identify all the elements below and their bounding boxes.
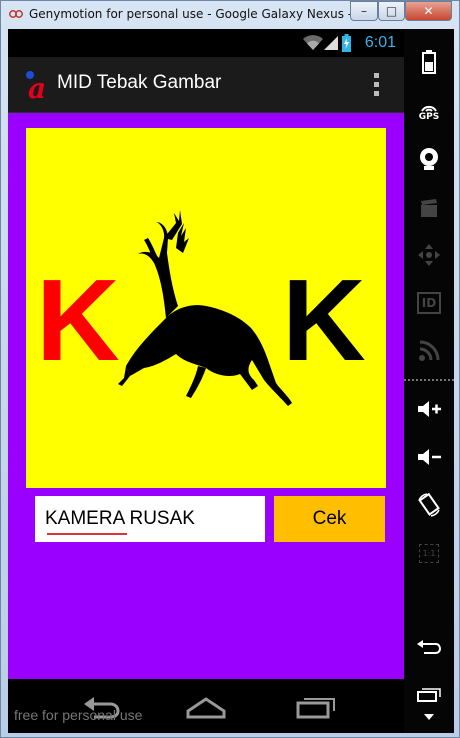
scale-1to1-icon: 1:1 xyxy=(418,543,440,563)
window-titlebar[interactable]: Genymotion for personal use - Google Gal… xyxy=(1,1,459,29)
back-icon xyxy=(417,640,442,654)
clapperboard-icon xyxy=(421,199,437,217)
rotate-icon xyxy=(418,492,440,517)
spellcheck-underline xyxy=(47,533,127,535)
sidebar-back-button[interactable] xyxy=(411,630,447,664)
puzzle-image: K K xyxy=(26,128,386,488)
rss-cast-icon xyxy=(419,340,440,361)
dpad-widget-button[interactable] xyxy=(411,238,447,272)
android-screen: 6:01 a MID Tebak Gambar K K KAMERA RUSAK… xyxy=(8,29,404,733)
app-logo-letter: a xyxy=(28,72,46,102)
signal-icon xyxy=(324,36,338,50)
emulator-sidebar: GPS ID 1:1 xyxy=(404,29,454,733)
pixel-perfect-button[interactable]: 1:1 xyxy=(411,536,447,570)
gps-label: GPS xyxy=(418,112,440,122)
wifi-icon xyxy=(303,35,323,50)
volume-down-icon xyxy=(418,449,441,465)
genymotion-logo-icon xyxy=(9,10,23,18)
puzzle-letter-left: K xyxy=(36,255,120,385)
battery-icon xyxy=(422,50,436,74)
volume-down-button[interactable] xyxy=(411,440,447,474)
screencast-widget-button[interactable] xyxy=(411,191,447,225)
watermark-text: free for personal use xyxy=(14,707,143,723)
battery-charging-icon xyxy=(342,34,351,52)
answer-input[interactable] xyxy=(35,496,265,542)
close-button[interactable]: ✕ xyxy=(405,1,452,21)
window-title: Genymotion for personal use - Google Gal… xyxy=(29,7,391,21)
recent-apps-icon[interactable] xyxy=(294,691,338,721)
puzzle-image-drawing: K K xyxy=(36,210,366,406)
camera-widget-button[interactable] xyxy=(411,142,447,176)
volume-up-button[interactable] xyxy=(411,392,447,426)
rotate-screen-button[interactable] xyxy=(411,488,447,522)
minimize-button[interactable]: – xyxy=(350,1,378,21)
cast-widget-button[interactable] xyxy=(411,334,447,368)
battery-widget-button[interactable] xyxy=(411,45,447,79)
recent-apps-icon xyxy=(417,688,441,702)
app-title: MID Tebak Gambar xyxy=(57,72,222,93)
navigation-bar: free for personal use xyxy=(8,679,404,733)
home-icon[interactable] xyxy=(184,691,228,721)
gps-signal-icon xyxy=(421,105,437,112)
status-bar: 6:01 xyxy=(8,29,404,57)
device-id-widget-button[interactable]: ID xyxy=(411,286,447,320)
webcam-icon xyxy=(420,148,438,170)
sidebar-more-button[interactable] xyxy=(411,707,447,727)
sidebar-divider xyxy=(404,379,454,381)
check-answer-button[interactable]: Cek xyxy=(274,496,385,542)
puzzle-content: K K Cek xyxy=(8,113,404,679)
gps-widget-button[interactable]: GPS xyxy=(411,95,447,129)
sidebar-recent-apps-button[interactable] xyxy=(411,677,447,711)
maximize-button[interactable]: □ xyxy=(378,1,405,21)
status-time: 6:01 xyxy=(364,34,396,51)
device-id-icon: ID xyxy=(416,292,442,314)
deer-icon xyxy=(118,210,292,406)
app-logo-icon[interactable]: a xyxy=(22,68,50,102)
action-bar: a MID Tebak Gambar xyxy=(8,57,404,113)
puzzle-letter-right: K xyxy=(282,255,366,385)
genymotion-window: Genymotion for personal use - Google Gal… xyxy=(0,0,460,738)
volume-up-icon xyxy=(418,401,441,417)
device-frame: 6:01 a MID Tebak Gambar K K KAMERA RUSAK… xyxy=(8,29,454,733)
overflow-menu-icon[interactable] xyxy=(374,73,380,97)
caret-down-icon xyxy=(424,714,434,720)
dpad-icon xyxy=(418,244,440,266)
